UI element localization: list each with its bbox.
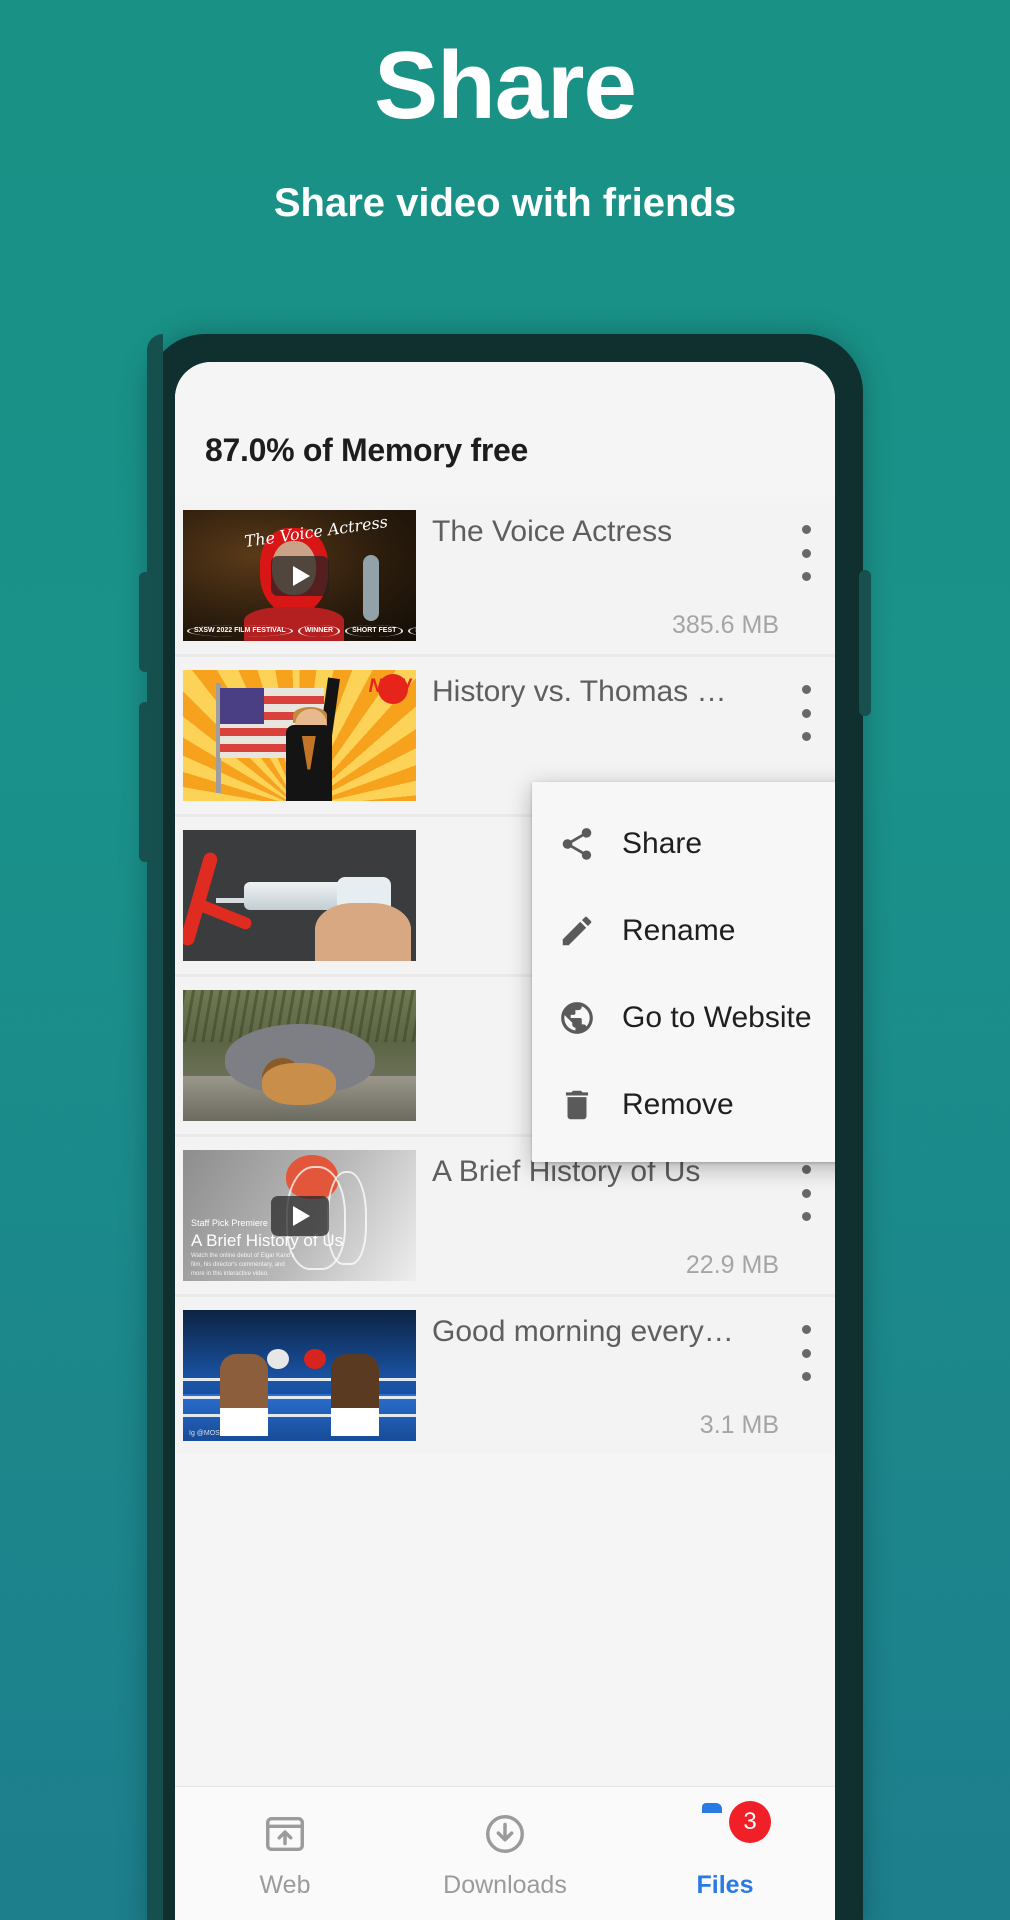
- thumb-art-laurels: SXSW 2022 FILM FESTIVAL WINNER SHORT FES…: [187, 625, 416, 637]
- video-thumbnail[interactable]: Ig @MOSESJUSTICE17: [183, 1310, 416, 1441]
- nav-item-web[interactable]: Web: [175, 1811, 395, 1900]
- thumb-art-trunks-right: [330, 1407, 379, 1436]
- video-thumbnail[interactable]: [183, 830, 416, 961]
- phone-mockup: 87.0% of Memory free The Voice Actress S…: [139, 334, 871, 1920]
- play-icon[interactable]: [270, 555, 329, 596]
- laurel-badge: LEEDS WINNER: [408, 625, 416, 637]
- status-badge: 3: [729, 1801, 771, 1843]
- thumb-art-kicker: Staff Pick Premiere: [191, 1218, 268, 1229]
- phone-button-left-upper: [139, 572, 151, 672]
- phone-screen: 87.0% of Memory free The Voice Actress S…: [175, 362, 835, 1920]
- overflow-menu-icon[interactable]: [791, 1165, 821, 1221]
- thumb-art-description: Watch the online debut of Elgar Kand's f…: [191, 1253, 295, 1278]
- video-thumbnail[interactable]: The Voice Actress SXSW 2022 FILM FESTIVA…: [183, 510, 416, 641]
- bottom-navigation: Web Downloads 3 Files: [175, 1786, 835, 1920]
- video-size: 385.6 MB: [671, 611, 779, 639]
- overflow-menu-icon[interactable]: [791, 685, 821, 741]
- thumb-art-hand: [315, 902, 412, 961]
- thumb-art-ropes: [183, 1378, 416, 1382]
- video-thumbnail[interactable]: [183, 990, 416, 1121]
- share-icon: [558, 825, 596, 863]
- video-row-body: Good morning every… 3.1 MB: [416, 1297, 835, 1454]
- laurel-badge: SHORT FEST: [345, 625, 404, 637]
- context-menu-label: Rename: [622, 913, 736, 947]
- overflow-menu-icon[interactable]: [791, 1325, 821, 1381]
- video-title: Good morning every…: [432, 1315, 734, 1348]
- promo-header: Share Share video with friends: [0, 0, 1010, 230]
- table-row[interactable]: Ig @MOSESJUSTICE17 Good morning every… 3…: [175, 1297, 835, 1454]
- nav-item-files[interactable]: 3 Files: [615, 1801, 835, 1900]
- thumb-art-glove-right: [304, 1349, 327, 1370]
- thumb-art-microphone: [362, 554, 379, 621]
- context-menu-item-remove[interactable]: Remove: [532, 1061, 835, 1148]
- video-title: The Voice Actress: [432, 515, 673, 548]
- thumb-art-glove-left: [266, 1349, 289, 1370]
- nav-label: Web: [259, 1871, 311, 1899]
- thumb-art-flag-canton: [220, 688, 265, 725]
- overflow-menu-icon[interactable]: [791, 525, 821, 581]
- download-circle-icon: [482, 1811, 528, 1857]
- promo-title: Share: [374, 32, 637, 139]
- thumb-art-watermark: Ig @MOSESJUSTICE17: [189, 1430, 267, 1437]
- globe-icon: [558, 999, 596, 1037]
- thumb-art-new-label: NEW: [368, 676, 411, 697]
- video-size: 22.9 MB: [685, 1251, 779, 1279]
- app-header: 87.0% of Memory free: [175, 362, 835, 497]
- context-menu-item-rename[interactable]: Rename: [532, 887, 835, 974]
- video-thumbnail[interactable]: NEW: [183, 670, 416, 801]
- memory-status: 87.0% of Memory free: [205, 432, 529, 468]
- laurel-badge: WINNER: [297, 625, 341, 637]
- video-title: History vs. Thomas …: [432, 675, 727, 708]
- context-menu-label: Remove: [622, 1087, 734, 1121]
- context-menu-label: Share: [622, 826, 703, 860]
- promo-subtitle: Share video with friends: [273, 180, 737, 225]
- context-menu: Share Rename Go to Website Remove: [532, 782, 835, 1162]
- pencil-icon: [558, 912, 596, 950]
- video-row-body: The Voice Actress 385.6 MB: [416, 497, 835, 654]
- table-row[interactable]: The Voice Actress SXSW 2022 FILM FESTIVA…: [175, 497, 835, 654]
- video-size: 3.1 MB: [699, 1411, 779, 1439]
- context-menu-item-share[interactable]: Share: [532, 800, 835, 887]
- nav-label: Downloads: [443, 1871, 567, 1899]
- trash-icon: [558, 1086, 596, 1124]
- phone-button-right: [859, 570, 871, 716]
- phone-button-left-lower: [139, 702, 151, 862]
- context-menu-item-go-to-website[interactable]: Go to Website: [532, 974, 835, 1061]
- play-icon[interactable]: [270, 1195, 329, 1236]
- web-upload-icon: [262, 1811, 308, 1857]
- nav-item-downloads[interactable]: Downloads: [395, 1811, 615, 1900]
- thumb-art-lion: [262, 1063, 337, 1106]
- video-thumbnail[interactable]: Staff Pick Premiere A Brief History of U…: [183, 1150, 416, 1281]
- laurel-badge: SXSW 2022 FILM FESTIVAL: [187, 625, 293, 637]
- thumb-art-propeller: [183, 850, 220, 948]
- nav-label: Files: [696, 1871, 754, 1899]
- context-menu-label: Go to Website: [622, 1000, 812, 1034]
